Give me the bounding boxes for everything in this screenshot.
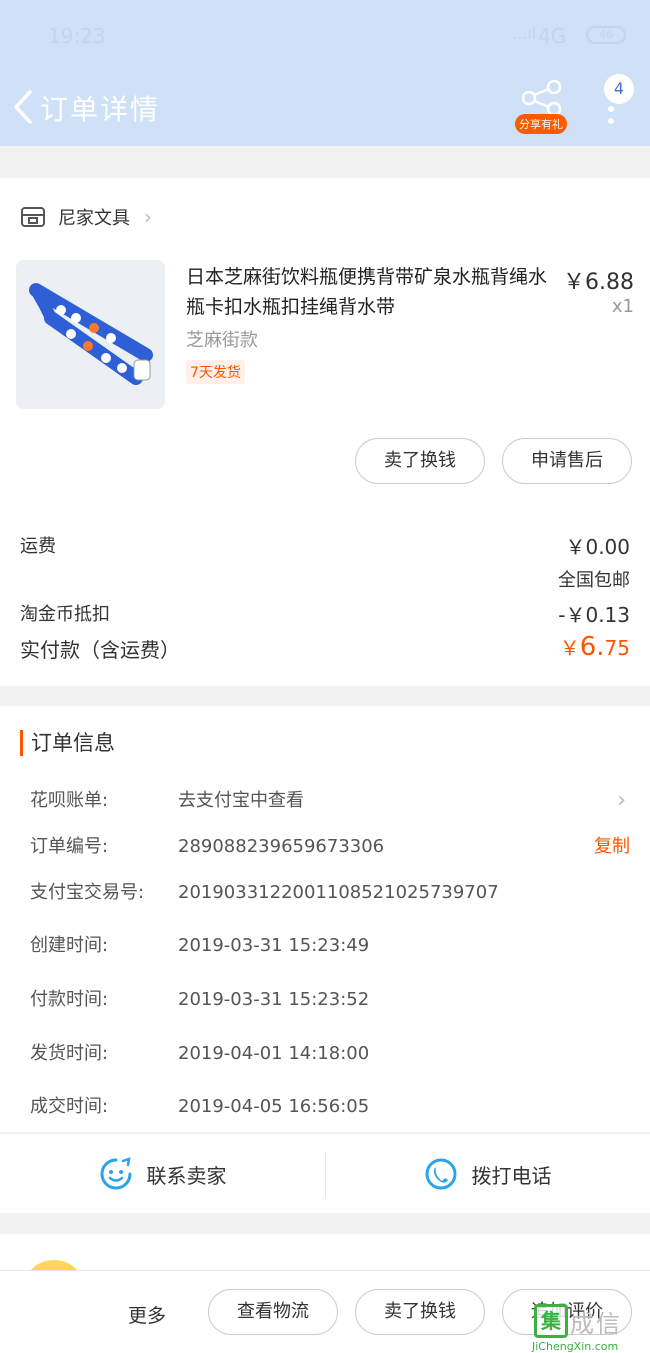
watermark-logo: 集 成信 JiChengXin.com (532, 1304, 650, 1353)
contact-seller-button[interactable]: 联系卖家 (0, 1134, 325, 1214)
product-quantity: x1 (611, 296, 634, 317)
product-price: ￥6.88 (563, 270, 634, 295)
status-time: 19:23 (48, 24, 106, 48)
recommend-peek-card (0, 1234, 650, 1324)
sell-for-cash-button[interactable]: 卖了换钱 (355, 438, 485, 484)
back-button[interactable] (10, 88, 40, 126)
contact-bar: 联系卖家 拨打电话 (0, 1133, 650, 1213)
info-value: 2019-03-31 15:23:49 (178, 935, 370, 956)
coin-deduction-label: 淘金币抵扣 (20, 604, 110, 625)
network-label: 4G (538, 24, 567, 48)
info-label: 订单编号: (30, 836, 109, 857)
chevron-left-icon (14, 90, 32, 124)
paid-time-row: 付款时间: 2019-03-31 15:23:52 (30, 985, 630, 1015)
info-label: 成交时间: (30, 1096, 109, 1117)
product-image[interactable] (16, 260, 165, 409)
info-label: 花呗账单: (30, 790, 109, 811)
store-icon (21, 207, 45, 227)
created-time-row: 创建时间: 2019-03-31 15:23:49 (30, 931, 630, 961)
contact-seller-label: 联系卖家 (146, 1163, 227, 1188)
info-label: 发货时间: (30, 1043, 109, 1064)
battery-icon: 46 (586, 26, 626, 44)
order-number-row: 订单编号: 289088239659673306 复制 (30, 832, 630, 862)
watermark-glyph: 集 (534, 1304, 568, 1338)
signal-icon: ...ıl (512, 24, 537, 43)
more-menu-button[interactable]: 4 (596, 70, 640, 126)
info-value: 2019-04-05 16:56:05 (178, 1096, 370, 1117)
paid-amount-integer: 6. (579, 632, 605, 662)
chevron-right-icon: › (144, 205, 152, 229)
order-product-card: 尼家文具 › 日本芝麻街饮料瓶便携背带矿泉水瓶背绳水瓶卡扣水瓶扣挂绳背水带 芝麻… (0, 178, 650, 686)
lanyard-image (16, 260, 165, 409)
product-title[interactable]: 日本芝麻街饮料瓶便携背带矿泉水瓶背绳水瓶卡扣水瓶扣挂绳背水带 (186, 262, 556, 322)
chat-face-icon (100, 1157, 131, 1190)
shop-name: 尼家文具 (58, 208, 130, 229)
coin-deduction-value: -￥0.13 (558, 603, 630, 627)
paid-amount-value: ￥6.75 (560, 632, 630, 662)
call-phone-button[interactable]: 拨打电话 (325, 1134, 650, 1214)
order-info-card: 订单信息 花呗账单: 去支付宝中查看 › 订单编号: 2890882396596… (0, 706, 650, 1132)
copy-button[interactable]: 复制 (594, 832, 630, 862)
info-value: 2019-03-31 15:23:52 (178, 989, 370, 1010)
notification-badge: 4 (604, 74, 634, 104)
share-icon (521, 80, 562, 116)
paid-amount-label: 实付款（含运费） (20, 638, 180, 662)
completed-time-row: 成交时间: 2019-04-05 16:56:05 (30, 1092, 630, 1122)
status-bar: 19:23 ...ıl 4G 46 (0, 20, 650, 52)
shipped-time-row: 发货时间: 2019-04-01 14:18:00 (30, 1039, 630, 1069)
sell-for-cash-button-bottom[interactable]: 卖了换钱 (355, 1289, 485, 1335)
info-value: 2019-04-01 14:18:00 (178, 1043, 370, 1064)
info-value: 去支付宝中查看 (178, 790, 304, 811)
product-sku: 芝麻街款 (186, 330, 258, 351)
more-vertical-icon (608, 106, 614, 130)
info-label: 支付宝交易号: (30, 882, 145, 903)
currency-symbol: ￥ (559, 636, 580, 660)
phone-icon (425, 1158, 456, 1190)
info-label: 付款时间: (30, 989, 109, 1010)
call-phone-label: 拨打电话 (471, 1163, 552, 1188)
free-shipping-note: 全国包邮 (558, 570, 630, 591)
huabei-bill-row[interactable]: 花呗账单: 去支付宝中查看 › (30, 786, 630, 816)
info-label: 创建时间: (30, 935, 109, 956)
shipping-fee-value: ￥0.00 (565, 535, 630, 559)
paid-amount-decimal: 75 (604, 636, 630, 660)
share-button[interactable]: 分享有礼 (512, 80, 572, 136)
shipping-fee-label: 运费 (20, 536, 56, 557)
app-header: 19:23 ...ıl 4G 46 订单详情 分享有礼 4 (0, 0, 650, 146)
order-info-title: 订单信息 (20, 730, 115, 756)
watermark-text: 成信 (570, 1310, 622, 1338)
watermark-url: JiChengXin.com (532, 1340, 619, 1353)
view-logistics-button[interactable]: 查看物流 (208, 1289, 338, 1335)
order-number-value: 289088239659673306 (178, 836, 385, 857)
alipay-trade-row: 支付宝交易号: 2019033122001108521025739707 (30, 878, 630, 908)
shop-link[interactable]: 尼家文具 › (20, 202, 152, 232)
share-reward-label: 分享有礼 (515, 114, 567, 134)
after-sale-button[interactable]: 申请售后 (502, 438, 632, 484)
info-value: 2019033122001108521025739707 (178, 882, 499, 903)
page-title: 订单详情 (40, 93, 161, 126)
chevron-right-icon: › (617, 788, 626, 813)
more-button[interactable]: 更多 (128, 1301, 166, 1328)
shipping-tag: 7天发货 (186, 360, 245, 384)
